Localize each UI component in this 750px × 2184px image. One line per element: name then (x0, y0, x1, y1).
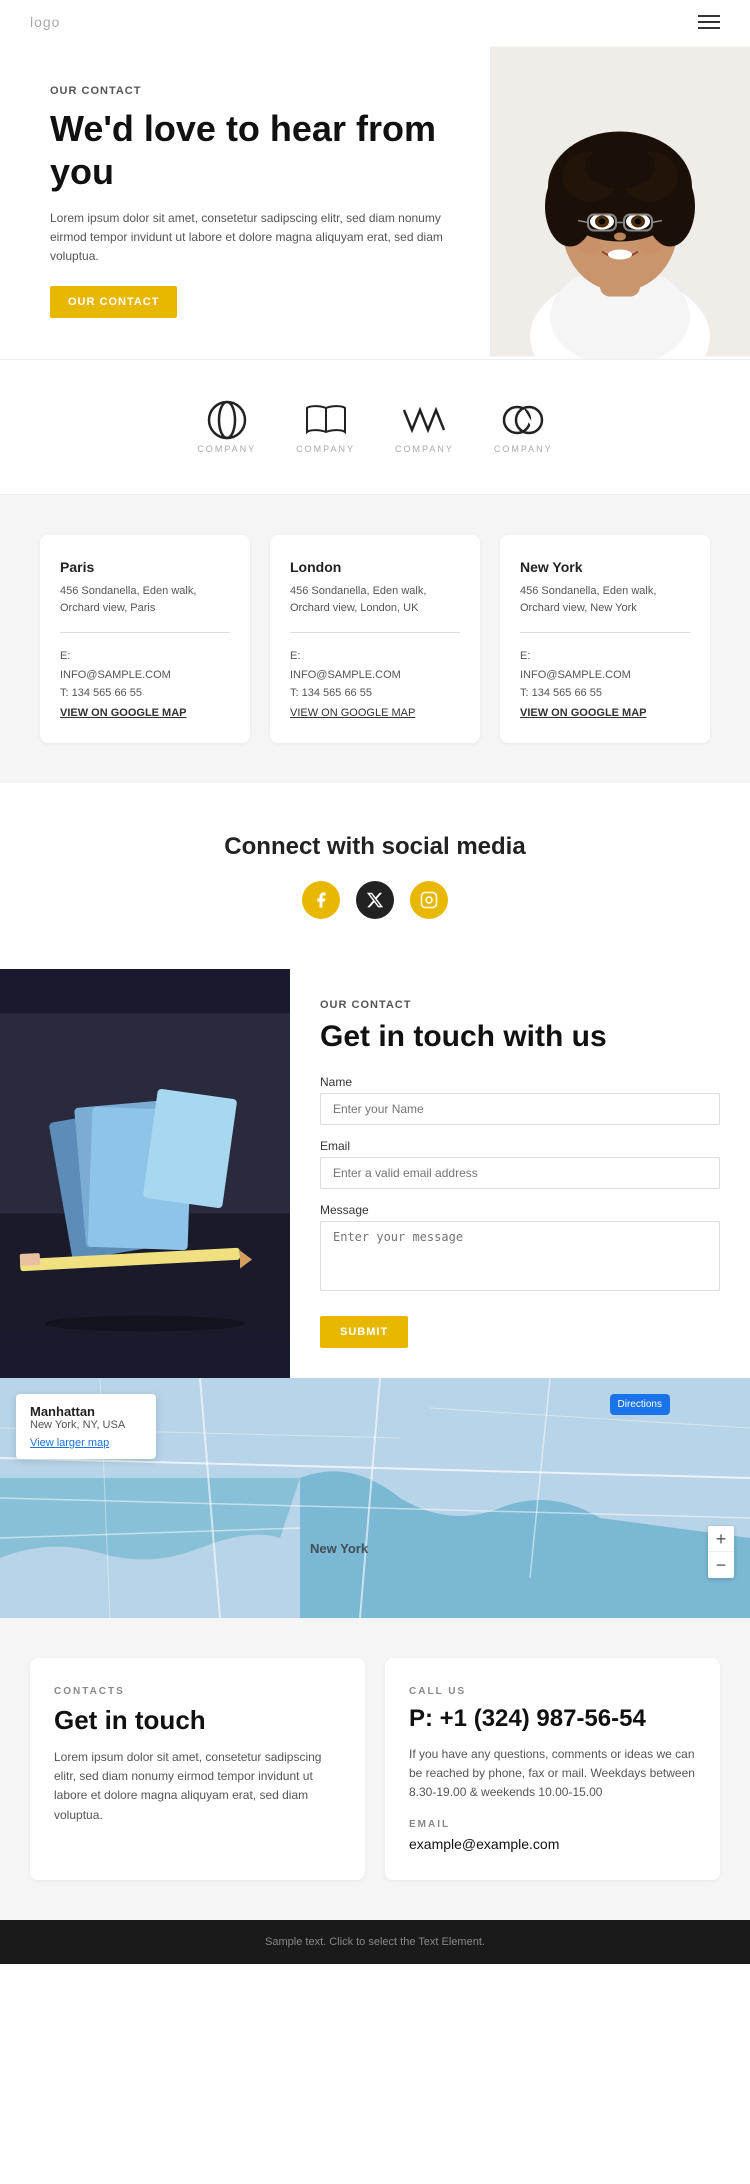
logo-icon-4 (498, 400, 548, 440)
map-section: New York Manhattan New York, NY, USA Vie… (0, 1378, 750, 1618)
form-title: Get in touch with us (320, 1019, 720, 1055)
office-card-paris: Paris 456 Sondanella, Eden walk, Orchard… (40, 535, 250, 743)
message-textarea[interactable] (320, 1221, 720, 1291)
call-card-description: If you have any questions, comments or i… (409, 1745, 696, 1803)
hero-portrait-svg (490, 44, 750, 359)
form-section-label: OUR CONTACT (320, 999, 720, 1011)
phone-newyork: 134 565 66 55 (532, 687, 602, 699)
offices-section: Paris 456 Sondanella, Eden walk, Orchard… (0, 495, 750, 783)
phone-paris: 134 565 66 55 (72, 687, 142, 699)
contacts-card: CONTACTS Get in touch Lorem ipsum dolor … (30, 1658, 365, 1880)
email-label-london: E: (290, 650, 300, 662)
phone-label-london: T: (290, 687, 299, 699)
logo-label-3: COMPANY (395, 444, 454, 454)
facebook-icon[interactable] (302, 881, 340, 919)
email-section-label: EMAIL (409, 1819, 696, 1830)
hero-cta-button[interactable]: OUR CONTACT (50, 286, 177, 318)
phone-label-paris: T: (60, 687, 69, 699)
office-city-london: London (290, 559, 460, 575)
contacts-card-title: Get in touch (54, 1705, 341, 1736)
call-phone-number: P: +1 (324) 987-56-54 (409, 1705, 696, 1733)
logo-item-4: COMPANY (494, 400, 553, 454)
footer: Sample text. Click to select the Text El… (0, 1920, 750, 1964)
email-label-newyork: E: (520, 650, 530, 662)
twitter-x-icon[interactable] (356, 881, 394, 919)
hero-left: OUR CONTACT We'd love to hear from you L… (0, 44, 490, 359)
email-label-paris: E: (60, 650, 70, 662)
logo-label-4: COMPANY (494, 444, 553, 454)
footer-text: Sample text. Click to select the Text El… (30, 1936, 720, 1948)
map-overlay-card: Manhattan New York, NY, USA View larger … (16, 1394, 156, 1459)
call-card: CALL US P: +1 (324) 987-56-54 If you hav… (385, 1658, 720, 1880)
phone-london: 134 565 66 55 (302, 687, 372, 699)
office-info-london: E: INFO@SAMPLE.COM T: 134 565 66 55 (290, 647, 460, 703)
logo-item-1: COMPANY (197, 400, 256, 454)
message-label: Message (320, 1203, 720, 1217)
map-link-newyork[interactable]: VIEW ON GOOGLE MAP (520, 707, 690, 719)
bottom-contact-section: CONTACTS Get in touch Lorem ipsum dolor … (0, 1618, 750, 1920)
email-newyork: INFO@SAMPLE.COM (520, 669, 631, 681)
logo-icon-2 (301, 400, 351, 440)
map-background: New York Manhattan New York, NY, USA Vie… (0, 1378, 750, 1618)
map-zoom-in-button[interactable]: + (708, 1526, 734, 1552)
social-section: Connect with social media (0, 783, 750, 969)
office-info-newyork: E: INFO@SAMPLE.COM T: 134 565 66 55 (520, 647, 690, 703)
logos-section: COMPANY COMPANY COMPANY COMPANY (0, 359, 750, 495)
form-group-name: Name (320, 1075, 720, 1125)
instagram-icon[interactable] (410, 881, 448, 919)
contacts-card-label: CONTACTS (54, 1686, 341, 1697)
office-address-paris: 456 Sondanella, Eden walk, Orchard view,… (60, 583, 230, 616)
email-label: Email (320, 1139, 720, 1153)
map-link-london[interactable]: VIEW ON GOOGLE MAP (290, 707, 460, 719)
name-label: Name (320, 1075, 720, 1089)
map-link-paris[interactable]: VIEW ON GOOGLE MAP (60, 707, 230, 719)
office-address-london: 456 Sondanella, Eden walk, Orchard view,… (290, 583, 460, 616)
logo-icon-3 (399, 400, 449, 440)
map-directions-button[interactable]: Directions (610, 1394, 670, 1415)
logo-item-3: COMPANY (395, 400, 454, 454)
form-group-email: Email (320, 1139, 720, 1189)
contact-form-section: OUR CONTACT Get in touch with us Name Em… (0, 969, 750, 1378)
email-address: example@example.com (409, 1836, 696, 1852)
email-london: INFO@SAMPLE.COM (290, 669, 401, 681)
office-address-newyork: 456 Sondanella, Eden walk, Orchard view,… (520, 583, 690, 616)
submit-button[interactable]: SUBMIT (320, 1316, 408, 1348)
logo-label-1: COMPANY (197, 444, 256, 454)
office-city-newyork: New York (520, 559, 690, 575)
offices-grid: Paris 456 Sondanella, Eden walk, Orchard… (30, 535, 720, 743)
map-city-label: Manhattan (30, 1404, 142, 1419)
hero-image (490, 44, 750, 359)
logo: logo (30, 14, 60, 30)
office-card-london: London 456 Sondanella, Eden walk, Orchar… (270, 535, 480, 743)
hero-title: We'd love to hear from you (50, 107, 460, 193)
social-title: Connect with social media (20, 833, 730, 861)
hero-section: OUR CONTACT We'd love to hear from you L… (0, 44, 750, 359)
email-input[interactable] (320, 1157, 720, 1189)
map-view-larger-link[interactable]: View larger map (30, 1437, 142, 1449)
hero-description: Lorem ipsum dolor sit amet, consetetur s… (50, 209, 460, 267)
office-info-paris: E: INFO@SAMPLE.COM T: 134 565 66 55 (60, 647, 230, 703)
contact-form-image (0, 969, 290, 1378)
map-zoom-controls: + − (708, 1526, 734, 1578)
map-state-label: New York, NY, USA (30, 1419, 142, 1431)
email-paris: INFO@SAMPLE.COM (60, 669, 171, 681)
contacts-card-description: Lorem ipsum dolor sit amet, consetetur s… (54, 1748, 341, 1825)
form-group-message: Message (320, 1203, 720, 1296)
map-zoom-out-button[interactable]: − (708, 1552, 734, 1578)
menu-icon[interactable] (698, 15, 720, 29)
social-icons (20, 881, 730, 919)
phone-label-newyork: T: (520, 687, 529, 699)
logo-item-2: COMPANY (296, 400, 355, 454)
office-card-newyork: New York 456 Sondanella, Eden walk, Orch… (500, 535, 710, 743)
name-input[interactable] (320, 1093, 720, 1125)
logo-label-2: COMPANY (296, 444, 355, 454)
logo-icon-1 (202, 400, 252, 440)
contact-form-right: OUR CONTACT Get in touch with us Name Em… (290, 969, 750, 1378)
hero-label: OUR CONTACT (50, 85, 460, 97)
svg-text:New York: New York (310, 1541, 369, 1556)
call-card-label: CALL US (409, 1686, 696, 1697)
office-city-paris: Paris (60, 559, 230, 575)
navbar: logo (0, 0, 750, 44)
stationery-image-svg (0, 969, 290, 1378)
